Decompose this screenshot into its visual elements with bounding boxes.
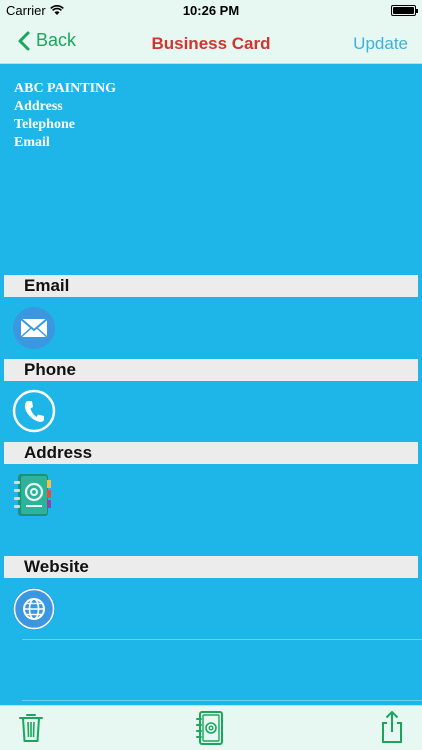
website-button[interactable] <box>12 587 56 636</box>
email-button[interactable] <box>12 306 56 355</box>
section-header-website: Website <box>4 556 418 578</box>
address-book-icon <box>14 474 51 516</box>
bottom-toolbar <box>0 705 422 750</box>
contacts-button[interactable] <box>196 710 226 750</box>
share-icon <box>382 711 402 743</box>
card-company-name: ABC PAINTING <box>14 81 117 96</box>
trash-icon <box>19 714 43 742</box>
chevron-left-icon <box>18 31 30 50</box>
delete-button[interactable] <box>18 712 44 749</box>
card-telephone: Telephone <box>14 117 75 132</box>
section-header-phone: Phone <box>4 359 418 381</box>
row-separator <box>22 639 422 640</box>
business-card-preview: ABC PAINTING Address Telephone Email <box>14 80 116 152</box>
row-separator <box>22 700 422 701</box>
contact-book-icon <box>196 711 223 745</box>
battery-icon <box>391 5 418 16</box>
envelope-icon <box>13 307 55 349</box>
globe-icon <box>13 588 55 630</box>
address-button[interactable] <box>12 472 52 523</box>
status-time: 10:26 PM <box>182 3 240 18</box>
section-header-address: Address <box>4 442 418 464</box>
back-button[interactable]: Back <box>18 30 76 51</box>
share-button[interactable] <box>380 710 404 749</box>
phone-button[interactable] <box>12 389 56 438</box>
navigation-bar: Back Business Card Update <box>0 21 422 64</box>
phone-icon <box>12 389 56 433</box>
update-button[interactable]: Update <box>353 34 408 54</box>
status-bar: Carrier 10:26 PM <box>0 0 422 21</box>
back-label: Back <box>36 30 77 50</box>
card-email: Email <box>14 135 50 150</box>
section-header-email: Email <box>4 275 418 297</box>
card-address: Address <box>14 99 63 114</box>
